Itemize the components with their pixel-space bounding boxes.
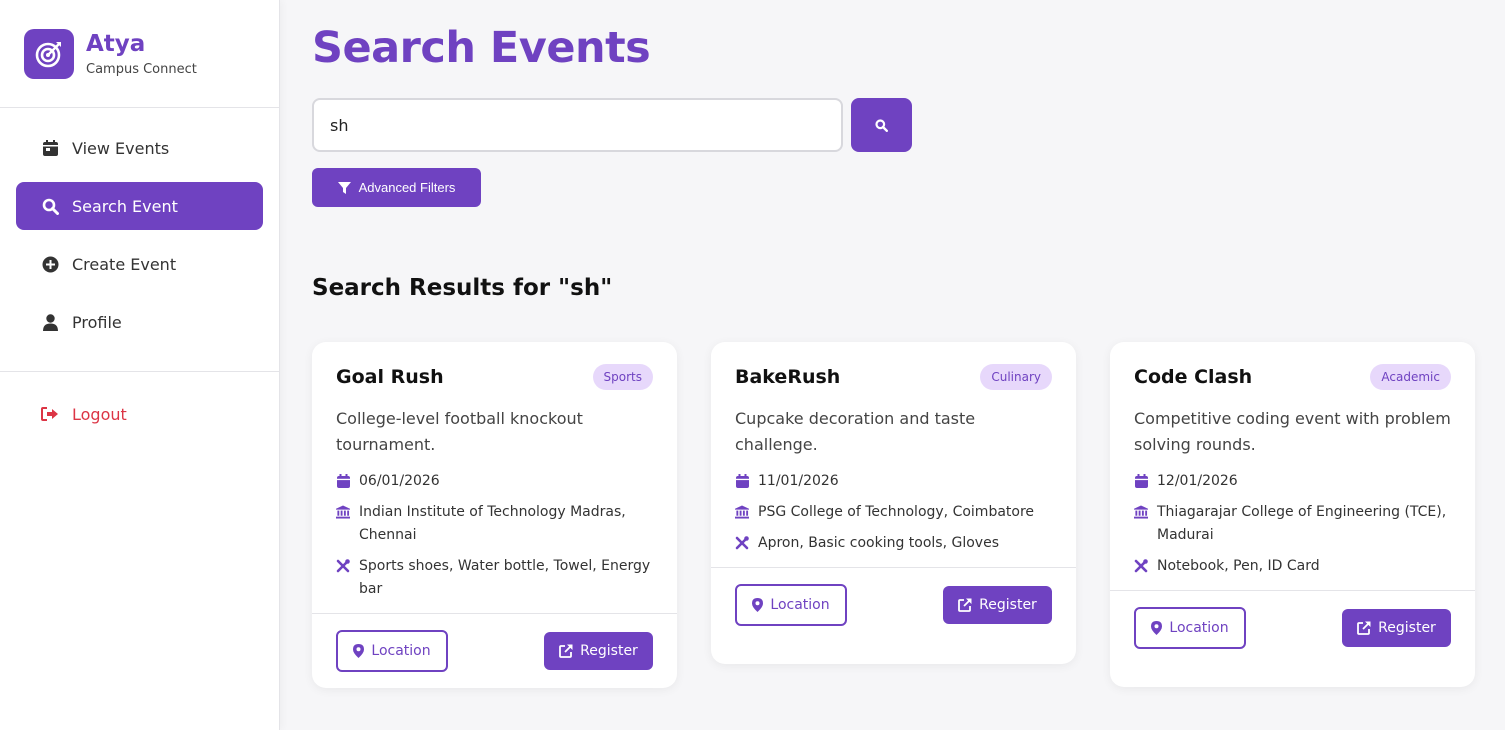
category-badge: Academic xyxy=(1370,364,1451,390)
register-label: Register xyxy=(580,643,638,659)
external-link-icon xyxy=(958,598,972,612)
page-title: Search Events xyxy=(312,23,651,73)
logout-label: Logout xyxy=(72,404,127,424)
external-link-icon xyxy=(1357,621,1371,635)
search-icon xyxy=(40,196,60,216)
register-label: Register xyxy=(1378,620,1436,636)
map-pin-icon xyxy=(1151,621,1163,635)
location-button[interactable]: Location xyxy=(1134,607,1246,649)
advanced-filters-button[interactable]: Advanced Filters xyxy=(312,168,481,207)
event-title: Code Clash xyxy=(1134,366,1253,388)
calendar-icon xyxy=(735,474,749,488)
sidebar-nav: View Events Search Event Create Event Pr… xyxy=(0,108,279,372)
plus-circle-icon xyxy=(40,254,60,274)
category-badge: Sports xyxy=(592,364,653,390)
calendar-icon xyxy=(336,474,350,488)
search-input[interactable] xyxy=(312,98,843,152)
sidebar-item-label: Create Event xyxy=(72,254,177,274)
brand: Atya Campus Connect xyxy=(0,0,279,108)
category-badge: Culinary xyxy=(980,364,1052,390)
advanced-filters-label: Advanced Filters xyxy=(358,180,456,195)
logout-icon xyxy=(40,407,60,421)
event-venue-value: PSG College of Technology, Coimbatore xyxy=(758,504,1035,520)
search-icon xyxy=(875,118,888,132)
event-venue-value: Indian Institute of Technology Madras, C… xyxy=(359,504,626,543)
event-venue: Thiagarajar College of Engineering (TCE)… xyxy=(1134,501,1451,547)
event-date: 06/01/2026 xyxy=(336,470,653,493)
location-button[interactable]: Location xyxy=(336,630,448,672)
sidebar-item-label: Search Event xyxy=(72,196,178,216)
tools-icon xyxy=(336,559,350,573)
register-button[interactable]: Register xyxy=(1342,609,1451,647)
event-card: Code Clash Academic Competitive coding e… xyxy=(1110,342,1475,687)
sidebar-item-label: View Events xyxy=(72,138,170,158)
calendar-icon xyxy=(1134,474,1148,488)
event-requirements: Apron, Basic cooking tools, Gloves xyxy=(735,532,1052,555)
register-label: Register xyxy=(979,597,1037,613)
event-requirements: Sports shoes, Water bottle, Towel, Energ… xyxy=(336,555,653,601)
university-icon xyxy=(735,505,749,519)
event-date: 12/01/2026 xyxy=(1134,470,1451,493)
event-requirements-value: Notebook, Pen, ID Card xyxy=(1157,558,1320,574)
filter-icon xyxy=(337,181,351,194)
location-label: Location xyxy=(1169,620,1229,636)
sidebar-item-create-event[interactable]: Create Event xyxy=(16,240,263,288)
event-card: Goal Rush Sports College-level football … xyxy=(312,342,677,688)
map-pin-icon xyxy=(353,644,365,658)
user-icon xyxy=(40,312,60,332)
event-date-value: 12/01/2026 xyxy=(1157,473,1238,489)
sidebar-item-view-events[interactable]: View Events xyxy=(16,124,263,172)
event-requirements-value: Apron, Basic cooking tools, Gloves xyxy=(758,535,1000,551)
sidebar-item-label: Profile xyxy=(72,312,122,332)
event-date: 11/01/2026 xyxy=(735,470,1052,493)
register-button[interactable]: Register xyxy=(544,632,653,670)
event-description: Cupcake decoration and taste challenge. xyxy=(735,409,976,454)
brand-name: Atya xyxy=(86,31,146,57)
event-requirements: Notebook, Pen, ID Card xyxy=(1134,555,1451,578)
sidebar: Atya Campus Connect View Events Search E… xyxy=(0,0,280,730)
external-link-icon xyxy=(559,644,573,658)
event-description: Competitive coding event with problem so… xyxy=(1134,409,1451,454)
event-title: Goal Rush xyxy=(336,366,444,388)
event-venue: PSG College of Technology, Coimbatore xyxy=(735,501,1052,524)
search-button[interactable] xyxy=(851,98,912,152)
university-icon xyxy=(1134,505,1148,519)
brand-subtitle: Campus Connect xyxy=(86,62,197,77)
event-venue-value: Thiagarajar College of Engineering (TCE)… xyxy=(1157,504,1447,543)
event-title: BakeRush xyxy=(735,366,841,388)
register-button[interactable]: Register xyxy=(943,586,1052,624)
location-label: Location xyxy=(371,643,431,659)
sidebar-item-profile[interactable]: Profile xyxy=(16,298,263,346)
event-venue: Indian Institute of Technology Madras, C… xyxy=(336,501,653,547)
tools-icon xyxy=(735,536,749,550)
main-content: Search Events Advanced Filters Search Re… xyxy=(312,0,1505,688)
logout-button[interactable]: Logout xyxy=(16,390,263,438)
calendar-icon xyxy=(40,138,60,158)
university-icon xyxy=(336,505,350,519)
sidebar-item-search-event[interactable]: Search Event xyxy=(16,182,263,230)
event-cards: Goal Rush Sports College-level football … xyxy=(312,342,1475,688)
map-pin-icon xyxy=(752,598,764,612)
event-description: College-level football knockout tourname… xyxy=(336,409,583,454)
location-label: Location xyxy=(770,597,830,613)
search-bar xyxy=(312,98,1505,152)
event-requirements-value: Sports shoes, Water bottle, Towel, Energ… xyxy=(359,558,651,597)
location-button[interactable]: Location xyxy=(735,584,847,626)
results-title: Search Results for "sh" xyxy=(312,275,613,301)
event-date-value: 06/01/2026 xyxy=(359,473,440,489)
tools-icon xyxy=(1134,559,1148,573)
target-arrow-icon xyxy=(24,28,74,79)
event-card: BakeRush Culinary Cupcake decoration and… xyxy=(711,342,1076,664)
event-date-value: 11/01/2026 xyxy=(758,473,839,489)
